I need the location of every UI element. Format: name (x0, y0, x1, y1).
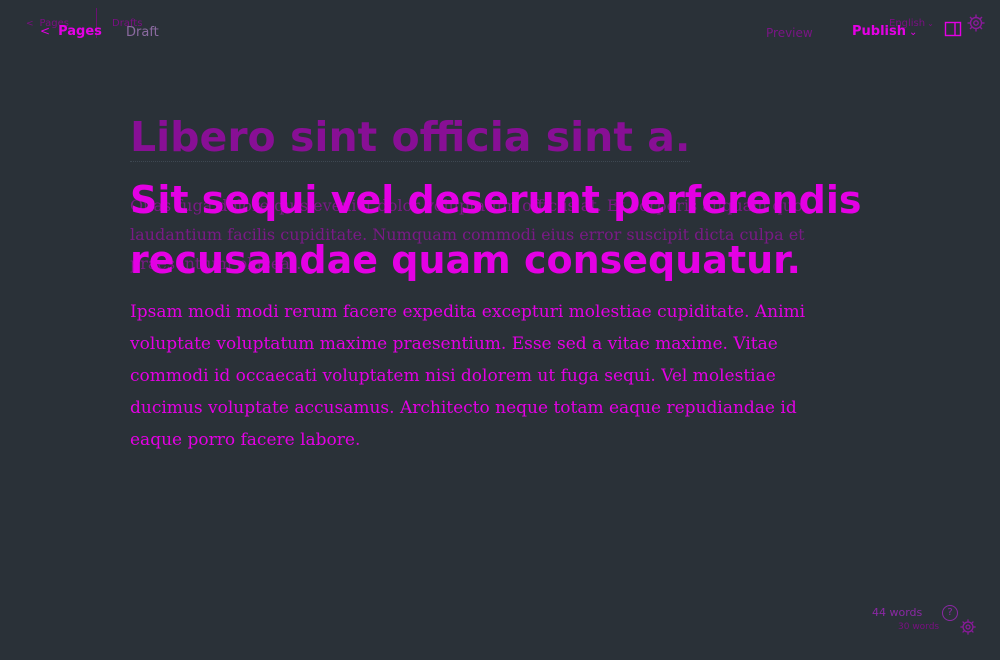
post-title-input[interactable]: Sit sequi vel deserunt perferendis recus… (130, 170, 890, 290)
word-count: 44 words (872, 606, 923, 619)
language-label: English (889, 18, 926, 29)
draft-status: Draft (126, 25, 159, 40)
language-selector[interactable]: English ⌄ (889, 18, 934, 29)
chevron-down-icon: ⌄ (927, 19, 934, 28)
preview-button[interactable]: Preview (766, 26, 813, 40)
chevron-left-icon: < (40, 24, 51, 38)
gear-icon[interactable] (966, 13, 986, 33)
back-to-pages-button[interactable]: < Pages (40, 24, 102, 39)
help-icon[interactable]: ? (942, 605, 958, 621)
word-count-ghost: 30 words (898, 622, 940, 632)
title-ghost: Libero sint officia sint a. (130, 113, 691, 162)
chevron-left-icon: < (26, 19, 34, 29)
title-ghost-text: Libero sint officia sint a. (130, 113, 691, 162)
post-body-paragraph[interactable]: Ipsam modi modi rerum facere expedita ex… (130, 296, 850, 456)
sidebar-toggle-icon[interactable] (944, 20, 962, 38)
back-to-pages-label: Pages (58, 24, 102, 39)
gear-icon[interactable] (959, 618, 977, 636)
